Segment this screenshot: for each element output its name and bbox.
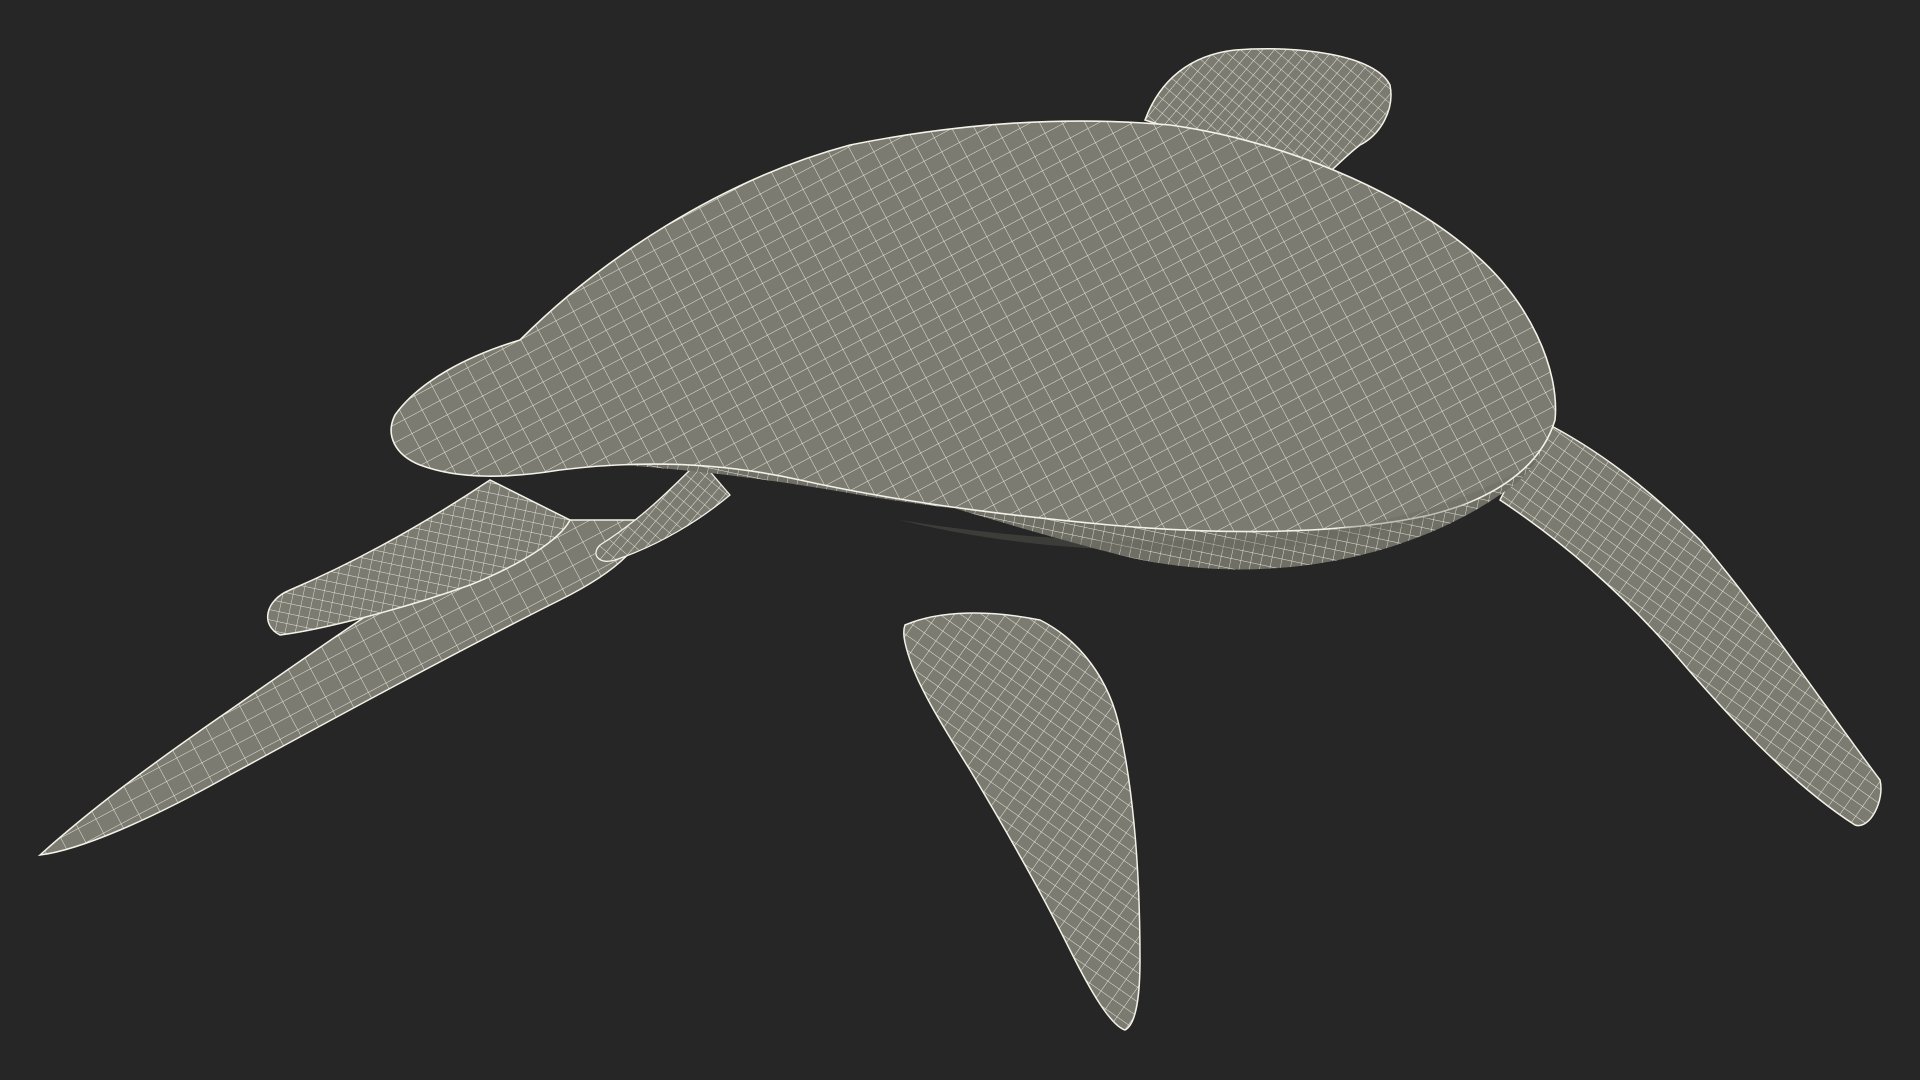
right-front-flipper bbox=[1499, 418, 1882, 827]
rear-tail-fin bbox=[595, 459, 731, 562]
turtle-shell bbox=[390, 120, 1557, 551]
render-viewport bbox=[0, 0, 1920, 1080]
turtle-wireframe-render bbox=[37, 48, 1882, 1031]
center-flipper bbox=[903, 612, 1141, 1031]
